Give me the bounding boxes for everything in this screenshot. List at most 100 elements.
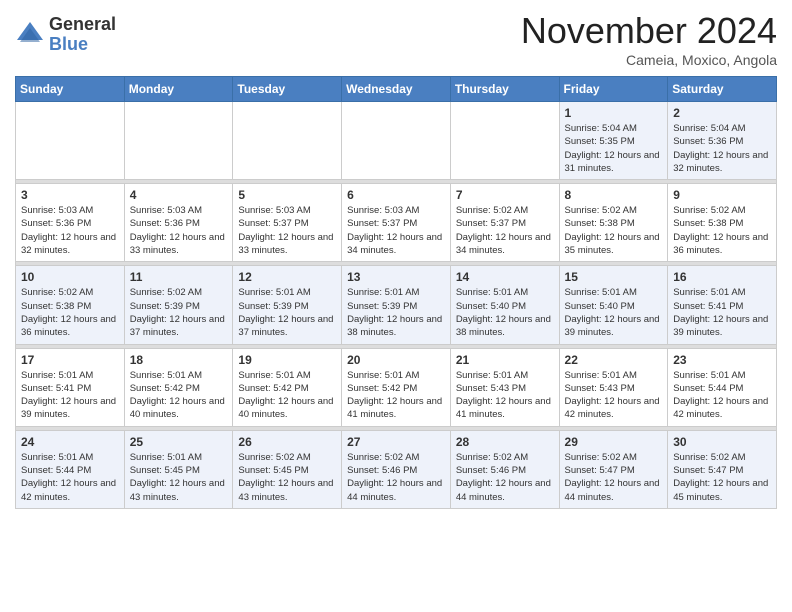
calendar-cell [16, 102, 125, 180]
calendar-cell: 21Sunrise: 5:01 AMSunset: 5:43 PMDayligh… [450, 348, 559, 426]
day-info: Sunrise: 5:01 AMSunset: 5:40 PMDaylight:… [456, 286, 554, 339]
day-number: 30 [673, 435, 771, 449]
logo-icon [15, 20, 45, 50]
day-info: Sunrise: 5:02 AMSunset: 5:47 PMDaylight:… [565, 451, 663, 504]
calendar-cell: 19 Sunrise: 5:01 AMSunset: 5:42 PMDayligh… [233, 348, 342, 426]
calendar-cell: 4Sunrise: 5:03 AMSunset: 5:36 PMDaylight… [124, 184, 233, 262]
day-info: Sunrise: 5:02 AMSunset: 5:47 PMDaylight:… [673, 451, 771, 504]
day-info: Sunrise: 5:03 AMSunset: 5:37 PMDaylight:… [347, 204, 445, 257]
day-info: Sunrise: 5:01 AMSunset: 5:39 PMDaylight:… [347, 286, 445, 339]
day-number: 17 [21, 353, 119, 367]
day-number: 11 [130, 270, 228, 284]
location: Cameia, Moxico, Angola [521, 52, 777, 68]
calendar-week-row: 3Sunrise: 5:03 AMSunset: 5:36 PMDaylight… [16, 184, 777, 262]
day-info: Sunrise: 5:01 AMSunset: 5:41 PMDaylight:… [21, 369, 119, 422]
calendar-week-row: 17 Sunrise: 5:01 AMSunset: 5:41 PMDayligh… [16, 348, 777, 426]
calendar-cell: 28Sunrise: 5:02 AMSunset: 5:46 PMDayligh… [450, 430, 559, 508]
day-number: 23 [673, 353, 771, 367]
calendar-cell: 7 Sunrise: 5:02 AMSunset: 5:37 PMDaylight… [450, 184, 559, 262]
day-info: Sunrise: 5:01 AMSunset: 5:42 PMDaylight:… [238, 369, 336, 422]
header-monday: Monday [124, 77, 233, 102]
calendar-cell: 29 Sunrise: 5:02 AMSunset: 5:47 PMDayligh… [559, 430, 668, 508]
calendar-header-row: Sunday Monday Tuesday Wednesday Thursday… [16, 77, 777, 102]
day-number: 14 [456, 270, 554, 284]
calendar-cell: 11Sunrise: 5:02 AMSunset: 5:39 PMDayligh… [124, 266, 233, 344]
calendar-week-row: 10Sunrise: 5:02 AMSunset: 5:38 PMDayligh… [16, 266, 777, 344]
day-info: Sunrise: 5:01 AMSunset: 5:44 PMDaylight:… [21, 451, 119, 504]
calendar-cell: 15Sunrise: 5:01 AMSunset: 5:40 PMDayligh… [559, 266, 668, 344]
calendar-cell: 9 Sunrise: 5:02 AMSunset: 5:38 PMDaylight… [668, 184, 777, 262]
day-number: 25 [130, 435, 228, 449]
day-info: Sunrise: 5:01 AMSunset: 5:40 PMDaylight:… [565, 286, 663, 339]
calendar-cell [450, 102, 559, 180]
day-info: Sunrise: 5:01 AMSunset: 5:42 PMDaylight:… [130, 369, 228, 422]
month-title: November 2024 [521, 10, 777, 52]
calendar-cell: 20Sunrise: 5:01 AMSunset: 5:42 PMDayligh… [342, 348, 451, 426]
day-number: 16 [673, 270, 771, 284]
day-info: Sunrise: 5:04 AMSunset: 5:35 PMDaylight:… [565, 122, 663, 175]
logo-general-text: General [49, 15, 116, 35]
calendar-cell: 12 Sunrise: 5:01 AMSunset: 5:39 PMDayligh… [233, 266, 342, 344]
day-number: 7 [456, 188, 554, 202]
calendar-cell: 8 Sunrise: 5:02 AMSunset: 5:38 PMDaylight… [559, 184, 668, 262]
day-info: Sunrise: 5:01 AMSunset: 5:42 PMDaylight:… [347, 369, 445, 422]
logo-text: General Blue [49, 15, 116, 55]
calendar-cell: 6Sunrise: 5:03 AMSunset: 5:37 PMDaylight… [342, 184, 451, 262]
day-number: 19 [238, 353, 336, 367]
calendar-cell [233, 102, 342, 180]
title-section: November 2024 Cameia, Moxico, Angola [521, 10, 777, 68]
day-number: 22 [565, 353, 663, 367]
calendar-cell: 26 Sunrise: 5:02 AMSunset: 5:45 PMDayligh… [233, 430, 342, 508]
day-info: Sunrise: 5:03 AMSunset: 5:37 PMDaylight:… [238, 204, 336, 257]
day-info: Sunrise: 5:02 AMSunset: 5:46 PMDaylight:… [456, 451, 554, 504]
day-info: Sunrise: 5:01 AMSunset: 5:39 PMDaylight:… [238, 286, 336, 339]
page: General Blue November 2024 Cameia, Moxic… [0, 0, 792, 524]
day-number: 27 [347, 435, 445, 449]
logo: General Blue [15, 15, 116, 55]
day-number: 13 [347, 270, 445, 284]
day-number: 5 [238, 188, 336, 202]
day-number: 24 [21, 435, 119, 449]
header-wednesday: Wednesday [342, 77, 451, 102]
calendar-cell: 22 Sunrise: 5:01 AMSunset: 5:43 PMDayligh… [559, 348, 668, 426]
calendar-cell: 18 Sunrise: 5:01 AMSunset: 5:42 PMDayligh… [124, 348, 233, 426]
calendar-cell: 25 Sunrise: 5:01 AMSunset: 5:45 PMDayligh… [124, 430, 233, 508]
calendar-cell [124, 102, 233, 180]
calendar-cell: 3Sunrise: 5:03 AMSunset: 5:36 PMDaylight… [16, 184, 125, 262]
day-info: Sunrise: 5:02 AMSunset: 5:37 PMDaylight:… [456, 204, 554, 257]
logo-blue-text: Blue [49, 35, 116, 55]
calendar-cell: 16Sunrise: 5:01 AMSunset: 5:41 PMDayligh… [668, 266, 777, 344]
day-info: Sunrise: 5:02 AMSunset: 5:46 PMDaylight:… [347, 451, 445, 504]
calendar-cell: 10Sunrise: 5:02 AMSunset: 5:38 PMDayligh… [16, 266, 125, 344]
calendar-cell [342, 102, 451, 180]
day-info: Sunrise: 5:01 AMSunset: 5:45 PMDaylight:… [130, 451, 228, 504]
day-number: 12 [238, 270, 336, 284]
day-number: 18 [130, 353, 228, 367]
day-number: 1 [565, 106, 663, 120]
day-info: Sunrise: 5:02 AMSunset: 5:38 PMDaylight:… [565, 204, 663, 257]
calendar-week-row: 24 Sunrise: 5:01 AMSunset: 5:44 PMDayligh… [16, 430, 777, 508]
calendar-cell: 1 Sunrise: 5:04 AMSunset: 5:35 PMDaylight… [559, 102, 668, 180]
header: General Blue November 2024 Cameia, Moxic… [15, 10, 777, 68]
calendar-cell: 5 Sunrise: 5:03 AMSunset: 5:37 PMDaylight… [233, 184, 342, 262]
calendar-cell: 30 Sunrise: 5:02 AMSunset: 5:47 PMDayligh… [668, 430, 777, 508]
day-info: Sunrise: 5:03 AMSunset: 5:36 PMDaylight:… [21, 204, 119, 257]
day-info: Sunrise: 5:02 AMSunset: 5:45 PMDaylight:… [238, 451, 336, 504]
day-number: 2 [673, 106, 771, 120]
calendar-cell: 24 Sunrise: 5:01 AMSunset: 5:44 PMDayligh… [16, 430, 125, 508]
header-sunday: Sunday [16, 77, 125, 102]
calendar-cell: 14 Sunrise: 5:01 AMSunset: 5:40 PMDayligh… [450, 266, 559, 344]
header-saturday: Saturday [668, 77, 777, 102]
day-number: 4 [130, 188, 228, 202]
calendar-cell: 27 Sunrise: 5:02 AMSunset: 5:46 PMDayligh… [342, 430, 451, 508]
calendar-cell: 13 Sunrise: 5:01 AMSunset: 5:39 PMDayligh… [342, 266, 451, 344]
day-number: 29 [565, 435, 663, 449]
day-number: 9 [673, 188, 771, 202]
day-number: 8 [565, 188, 663, 202]
calendar-cell: 2Sunrise: 5:04 AMSunset: 5:36 PMDaylight… [668, 102, 777, 180]
day-info: Sunrise: 5:01 AMSunset: 5:43 PMDaylight:… [565, 369, 663, 422]
day-number: 26 [238, 435, 336, 449]
header-thursday: Thursday [450, 77, 559, 102]
day-info: Sunrise: 5:01 AMSunset: 5:44 PMDaylight:… [673, 369, 771, 422]
day-info: Sunrise: 5:02 AMSunset: 5:38 PMDaylight:… [673, 204, 771, 257]
